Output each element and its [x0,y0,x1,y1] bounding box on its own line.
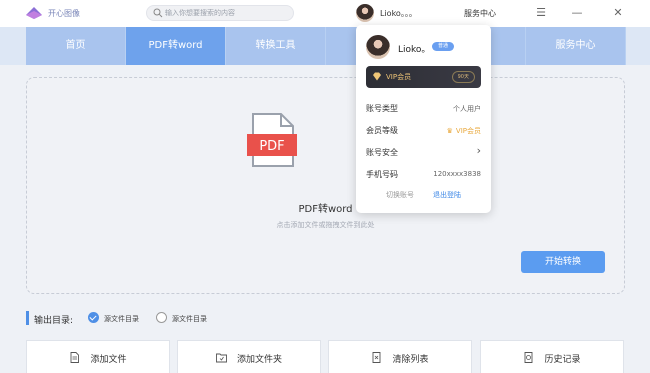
vip-gem-icon [373,72,381,81]
radio-custom-dir[interactable] [156,312,167,323]
start-convert-button[interactable]: 开始转换 [521,251,605,273]
app-name: 开心图像 [48,9,80,18]
history-button[interactable]: 历史记录 [480,340,624,373]
nav-item-home[interactable]: 首页 [26,27,126,65]
app-logo-icon [26,7,42,19]
user-name[interactable]: Lioko。。。 [380,8,417,19]
vip-card[interactable]: VIP会员 90天 [366,66,481,88]
vip-card-name: VIP会员 [386,73,412,81]
user-avatar[interactable] [356,4,374,22]
popup-avatar [366,35,390,59]
logout-link[interactable]: 退出登陆 [433,190,461,200]
nav-bar: 首页 PDF转word 转换工具 服务中心 [0,27,650,65]
phone-value: 120xxxx3838 [433,170,481,178]
pdf-icon-text: PDF [259,139,284,154]
member-level-label: 会员等级 [366,126,398,135]
close-icon[interactable]: ✕ [611,6,625,20]
account-type-value: 个人用户 [453,105,481,113]
clear-list-button[interactable]: 清除列表 [328,340,472,373]
add-file-label: 添加文件 [90,355,127,365]
account-badge: 普通 [432,42,454,51]
vip-card-days: 90天 [451,71,475,83]
user-dropdown-panel: Lioko。 普通 VIP会员 90天 账号类型 个人用户 会员等级 ♛ VIP会… [356,25,491,213]
radio-source-dir[interactable] [88,312,99,323]
minimize-icon[interactable]: — [570,6,584,20]
radio-custom-dir-label[interactable]: 源文件目录 [172,314,207,324]
drop-hint: 点击添加文件或拖拽文件到此处 [276,221,375,229]
chevron-right-icon[interactable]: › [477,144,481,157]
account-type-label: 账号类型 [366,104,398,113]
file-icon [71,352,80,363]
search-box[interactable] [146,5,294,21]
popup-user-name: Lioko。 [398,45,431,55]
clear-list-label: 清除列表 [392,355,429,365]
service-center-link[interactable]: 服务中心 [464,8,496,19]
member-level-text: VIP会员 [455,127,481,135]
nav-item-convert-tools[interactable]: 转换工具 [226,27,326,65]
menu-icon[interactable]: ☰ [534,6,548,20]
output-dir-label: 输出目录: [34,316,74,326]
add-folder-button[interactable]: 添加文件夹 [177,340,321,373]
account-security-label[interactable]: 账号安全 [366,147,398,158]
crown-icon: ♛ [446,127,453,135]
add-file-button[interactable]: 添加文件 [26,340,170,373]
search-icon [153,8,163,18]
radio-source-dir-label[interactable]: 源文件目录 [104,314,139,324]
add-folder-label: 添加文件夹 [236,355,282,365]
section-accent-bar [26,311,29,325]
nav-item-pdf-to-word[interactable]: PDF转word [126,27,226,65]
folder-icon [216,353,227,363]
drop-title: PDF转word [298,204,353,215]
title-bar: 开心图像 Lioko。。。 服务中心 ☰ — ✕ [0,0,650,27]
switch-account-link[interactable]: 切换账号 [386,190,414,200]
phone-label: 手机号码 [366,170,398,179]
nav-item-service[interactable]: 服务中心 [526,27,626,65]
search-input[interactable] [165,7,289,19]
clear-list-icon [373,352,381,363]
member-level-value: ♛ VIP会员 [447,126,481,136]
pdf-file-icon: PDF [247,113,297,167]
file-drop-zone[interactable]: PDF PDF转word 点击添加文件或拖拽文件到此处 开始转换 [26,77,625,294]
history-icon [525,352,533,363]
history-label: 历史记录 [544,355,581,365]
